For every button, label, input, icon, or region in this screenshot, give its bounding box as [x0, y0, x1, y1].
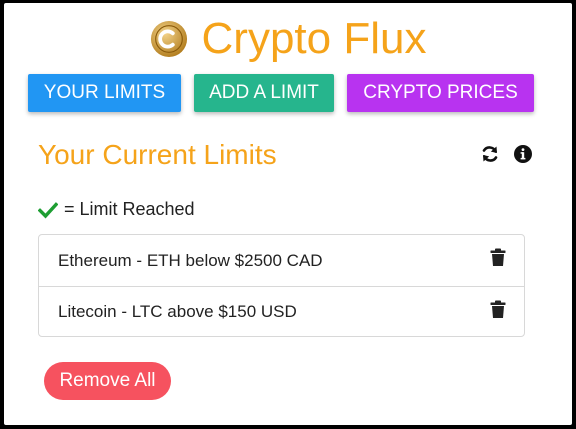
- add-limit-button[interactable]: ADD A LIMIT: [194, 74, 334, 112]
- trash-icon[interactable]: [490, 248, 506, 267]
- separator: -: [116, 302, 132, 321]
- coin-name: Ethereum: [58, 250, 132, 270]
- coin-name: Litecoin: [58, 302, 117, 321]
- app-window: Crypto Flux YOUR LIMITS ADD A LIMIT CRYP…: [4, 3, 572, 425]
- refresh-icon[interactable]: [480, 144, 500, 164]
- app-title: Crypto Flux: [201, 14, 427, 63]
- crypto-prices-button[interactable]: CRYPTO PRICES: [347, 74, 534, 112]
- list-item: Ethereum - ETH below $2500 CAD: [39, 235, 524, 286]
- section-title: Your Current Limits: [38, 139, 277, 170]
- checkmark-icon: [38, 201, 58, 218]
- legend: = Limit Reached: [38, 199, 195, 220]
- separator: -: [131, 250, 147, 270]
- list-item: Litecoin - LTC above $150 USD: [39, 286, 524, 337]
- limit-detail: LTC above $150 USD: [131, 302, 297, 321]
- info-icon[interactable]: [513, 144, 533, 164]
- bitcoin-coin-icon: [150, 20, 187, 58]
- limits-list: Ethereum - ETH below $2500 CAD Litecoin …: [38, 234, 525, 337]
- your-limits-button[interactable]: YOUR LIMITS: [28, 74, 181, 112]
- legend-text: = Limit Reached: [64, 199, 195, 219]
- limit-detail: ETH below $2500 CAD: [146, 250, 323, 270]
- app-header: Crypto Flux: [4, 15, 572, 63]
- remove-all-button[interactable]: Remove All: [44, 362, 171, 400]
- trash-icon[interactable]: [490, 300, 506, 319]
